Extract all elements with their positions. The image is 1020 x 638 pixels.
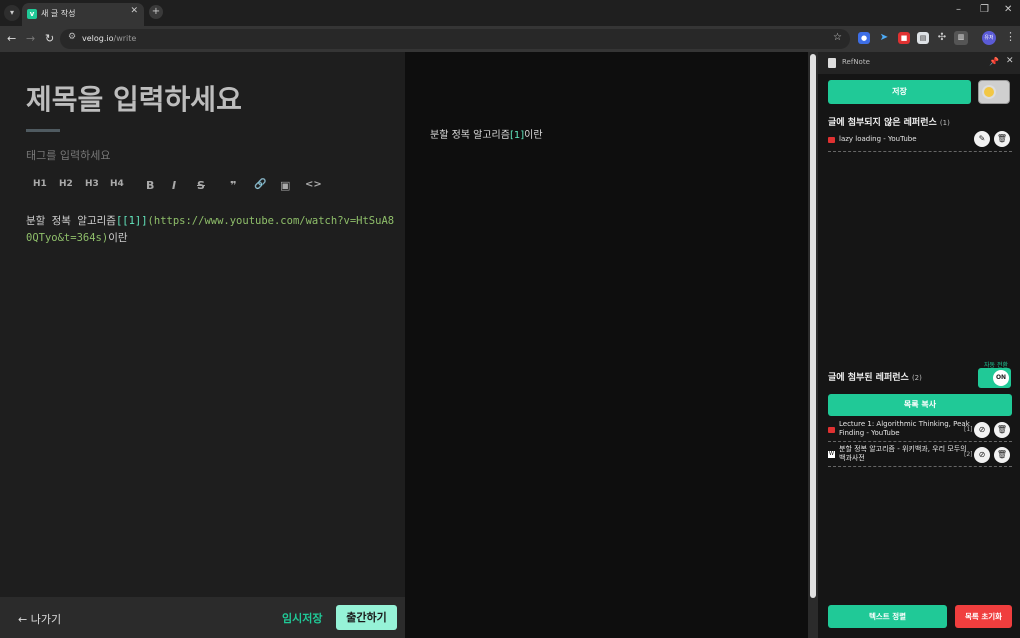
reload-icon[interactable]: ↻ bbox=[45, 32, 54, 45]
address-bar[interactable]: ⚙ velog.io/write ☆ bbox=[60, 29, 850, 49]
browser-menu-icon[interactable]: ⋮ bbox=[1005, 30, 1016, 43]
body-text: 분할 정복 알고리즘 bbox=[26, 215, 116, 227]
panel-name: RefNote bbox=[842, 58, 870, 66]
tags-input[interactable]: 태그를 입력하세요 bbox=[26, 147, 110, 163]
ref-title-line2: Finding - YouTube bbox=[839, 429, 900, 437]
window-close-icon[interactable]: ✕ bbox=[1004, 4, 1012, 15]
refnote-side-panel: RefNote 📌 ✕ 저장 글에 첨부되지 않은 레퍼런스 (1) lazy … bbox=[818, 52, 1020, 638]
back-arrow-icon[interactable]: ← bbox=[7, 32, 16, 45]
save-draft-button[interactable]: 임시저장 bbox=[282, 610, 322, 626]
save-button[interactable]: 저장 bbox=[828, 80, 971, 104]
browser-tab-bar: ▾ v 새 글 작성 ✕ + – ❐ ✕ bbox=[0, 0, 1020, 26]
exit-label: 나가기 bbox=[30, 613, 62, 626]
body-ref: [[1]] bbox=[115, 215, 148, 227]
toggle-knob: ON bbox=[993, 370, 1009, 386]
auto-switch-toggle[interactable]: ON bbox=[978, 368, 1011, 388]
title-input[interactable]: 제목을 입력하세요 bbox=[26, 78, 242, 118]
list-item[interactable]: W 분할 정복 알고리즘 - 위키백과, 우리 모두의 백과사전 [2] ⊘ 🗑 bbox=[828, 443, 1012, 467]
detach-button[interactable]: ⊘ bbox=[974, 422, 990, 438]
unattached-section-title: 글에 첨부되지 않은 레퍼런스 (1) bbox=[828, 115, 950, 128]
heading3-button[interactable]: H3 bbox=[85, 179, 99, 189]
forward-arrow-icon[interactable]: → bbox=[26, 32, 35, 45]
copy-list-button[interactable]: 목록 복사 bbox=[828, 394, 1012, 416]
theme-toggle[interactable] bbox=[978, 80, 1010, 104]
sort-text-button[interactable]: 텍스트 정렬 bbox=[828, 605, 947, 628]
tab-close-icon[interactable]: ✕ bbox=[130, 6, 138, 16]
italic-icon[interactable]: I bbox=[172, 179, 176, 192]
list-item[interactable]: lazy loading - YouTube ✎ 🗑 bbox=[828, 128, 1012, 152]
minimize-icon[interactable]: – bbox=[956, 4, 961, 15]
wikipedia-icon: W bbox=[828, 451, 835, 458]
browser-tab-active[interactable]: v 새 글 작성 ✕ bbox=[22, 3, 144, 26]
publish-button[interactable]: 출간하기 bbox=[336, 605, 397, 630]
youtube-icon bbox=[828, 137, 835, 143]
youtube-icon bbox=[828, 427, 835, 433]
url-path: /write bbox=[113, 34, 137, 43]
quote-icon[interactable]: ❞ bbox=[230, 179, 236, 192]
image-icon[interactable]: ▣ bbox=[280, 179, 290, 192]
heading4-button[interactable]: H4 bbox=[110, 179, 124, 189]
ref-title-line1: Lecture 1: Algorithmic Thinking, Peak bbox=[839, 420, 970, 428]
theme-toggle-knob bbox=[982, 85, 996, 99]
profile-avatar[interactable]: 유저 bbox=[982, 31, 996, 45]
preview-suffix: 이란 bbox=[524, 130, 543, 141]
unattached-title-text: 글에 첨부되지 않은 레퍼런스 bbox=[828, 118, 937, 128]
preview-body: 분할 정복 알고리즘[1]이란 bbox=[430, 126, 543, 141]
delete-button[interactable]: 🗑 bbox=[994, 422, 1010, 438]
pin-icon[interactable]: 📌 bbox=[989, 57, 999, 66]
ref-title-line2: 백과사전 bbox=[839, 454, 865, 462]
bold-icon[interactable]: B bbox=[146, 179, 154, 192]
heading1-button[interactable]: H1 bbox=[33, 179, 47, 189]
ref-title: Lecture 1: Algorithmic Thinking, Peak Fin… bbox=[839, 420, 970, 438]
strikethrough-icon[interactable]: S bbox=[197, 179, 205, 192]
velog-favicon-icon: v bbox=[27, 9, 37, 19]
heading2-button[interactable]: H2 bbox=[59, 179, 73, 189]
list-item[interactable]: Lecture 1: Algorithmic Thinking, Peak Fin… bbox=[828, 418, 1012, 442]
ref-title: lazy loading - YouTube bbox=[839, 135, 917, 143]
attached-count: (2) bbox=[911, 374, 922, 382]
tab-title: 새 글 작성 bbox=[41, 9, 76, 18]
ref-title: 분할 정복 알고리즘 - 위키백과, 우리 모두의 백과사전 bbox=[839, 445, 967, 463]
delete-button[interactable]: 🗑 bbox=[994, 131, 1010, 147]
extension-blue-icon[interactable]: ● bbox=[858, 32, 870, 44]
preview-scrollbar[interactable] bbox=[808, 52, 818, 638]
title-divider bbox=[26, 129, 60, 132]
attached-title-text: 글에 첨부된 레퍼런스 bbox=[828, 373, 909, 383]
site-info-icon[interactable]: ⚙ bbox=[68, 32, 76, 42]
side-panel-icon[interactable]: ▥ bbox=[954, 31, 968, 45]
panel-close-icon[interactable]: ✕ bbox=[1006, 56, 1014, 66]
bookmark-star-icon[interactable]: ☆ bbox=[833, 32, 842, 43]
body-suffix: 이란 bbox=[108, 232, 128, 244]
detach-button[interactable]: ⊘ bbox=[974, 447, 990, 463]
code-icon[interactable]: <> bbox=[305, 179, 322, 190]
new-tab-icon[interactable]: + bbox=[149, 5, 163, 19]
extension-cursor-icon[interactable]: ➤ bbox=[878, 32, 890, 44]
extension-note-icon[interactable]: ▤ bbox=[917, 32, 929, 44]
preview-pane: 분할 정복 알고리즘[1]이란 bbox=[405, 52, 808, 638]
scrollbar-thumb[interactable] bbox=[810, 54, 816, 598]
unattached-count: (1) bbox=[939, 119, 950, 127]
restore-icon[interactable]: ❐ bbox=[980, 4, 989, 15]
ref-index: [1] bbox=[964, 426, 973, 433]
attached-section-title: 글에 첨부된 레퍼런스 (2) bbox=[828, 370, 922, 383]
extensions-puzzle-icon[interactable]: ✣ bbox=[936, 32, 948, 44]
preview-text: 분할 정복 알고리즘 bbox=[430, 130, 510, 141]
exit-button[interactable]: ← 나가기 bbox=[18, 611, 61, 627]
url-host: velog.io bbox=[82, 34, 114, 43]
ref-title-line1: 분할 정복 알고리즘 - 위키백과, 우리 모두의 bbox=[839, 445, 967, 453]
preview-ref[interactable]: [1] bbox=[510, 130, 524, 141]
editor-footer: ← 나가기 임시저장 출간하기 bbox=[0, 597, 405, 638]
attach-button[interactable]: ✎ bbox=[974, 131, 990, 147]
link-icon[interactable]: 🔗 bbox=[254, 179, 266, 190]
extension-red-icon[interactable]: ■ bbox=[898, 32, 910, 44]
delete-button[interactable]: 🗑 bbox=[994, 447, 1010, 463]
url-text: velog.io/write bbox=[82, 34, 136, 43]
editor-pane: 제목을 입력하세요 태그를 입력하세요 H1 H2 H3 H4 B I S ❞ … bbox=[0, 52, 405, 638]
ref-index: [2] bbox=[964, 451, 973, 458]
tab-search-icon[interactable]: ▾ bbox=[4, 5, 20, 21]
reset-list-button[interactable]: 목록 초기화 bbox=[955, 605, 1012, 628]
panel-header: RefNote 📌 ✕ bbox=[818, 52, 1020, 74]
refnote-logo-icon bbox=[828, 58, 836, 68]
markdown-body[interactable]: 분할 정복 알고리즘[[1]](https://www.youtube.com/… bbox=[26, 213, 396, 247]
